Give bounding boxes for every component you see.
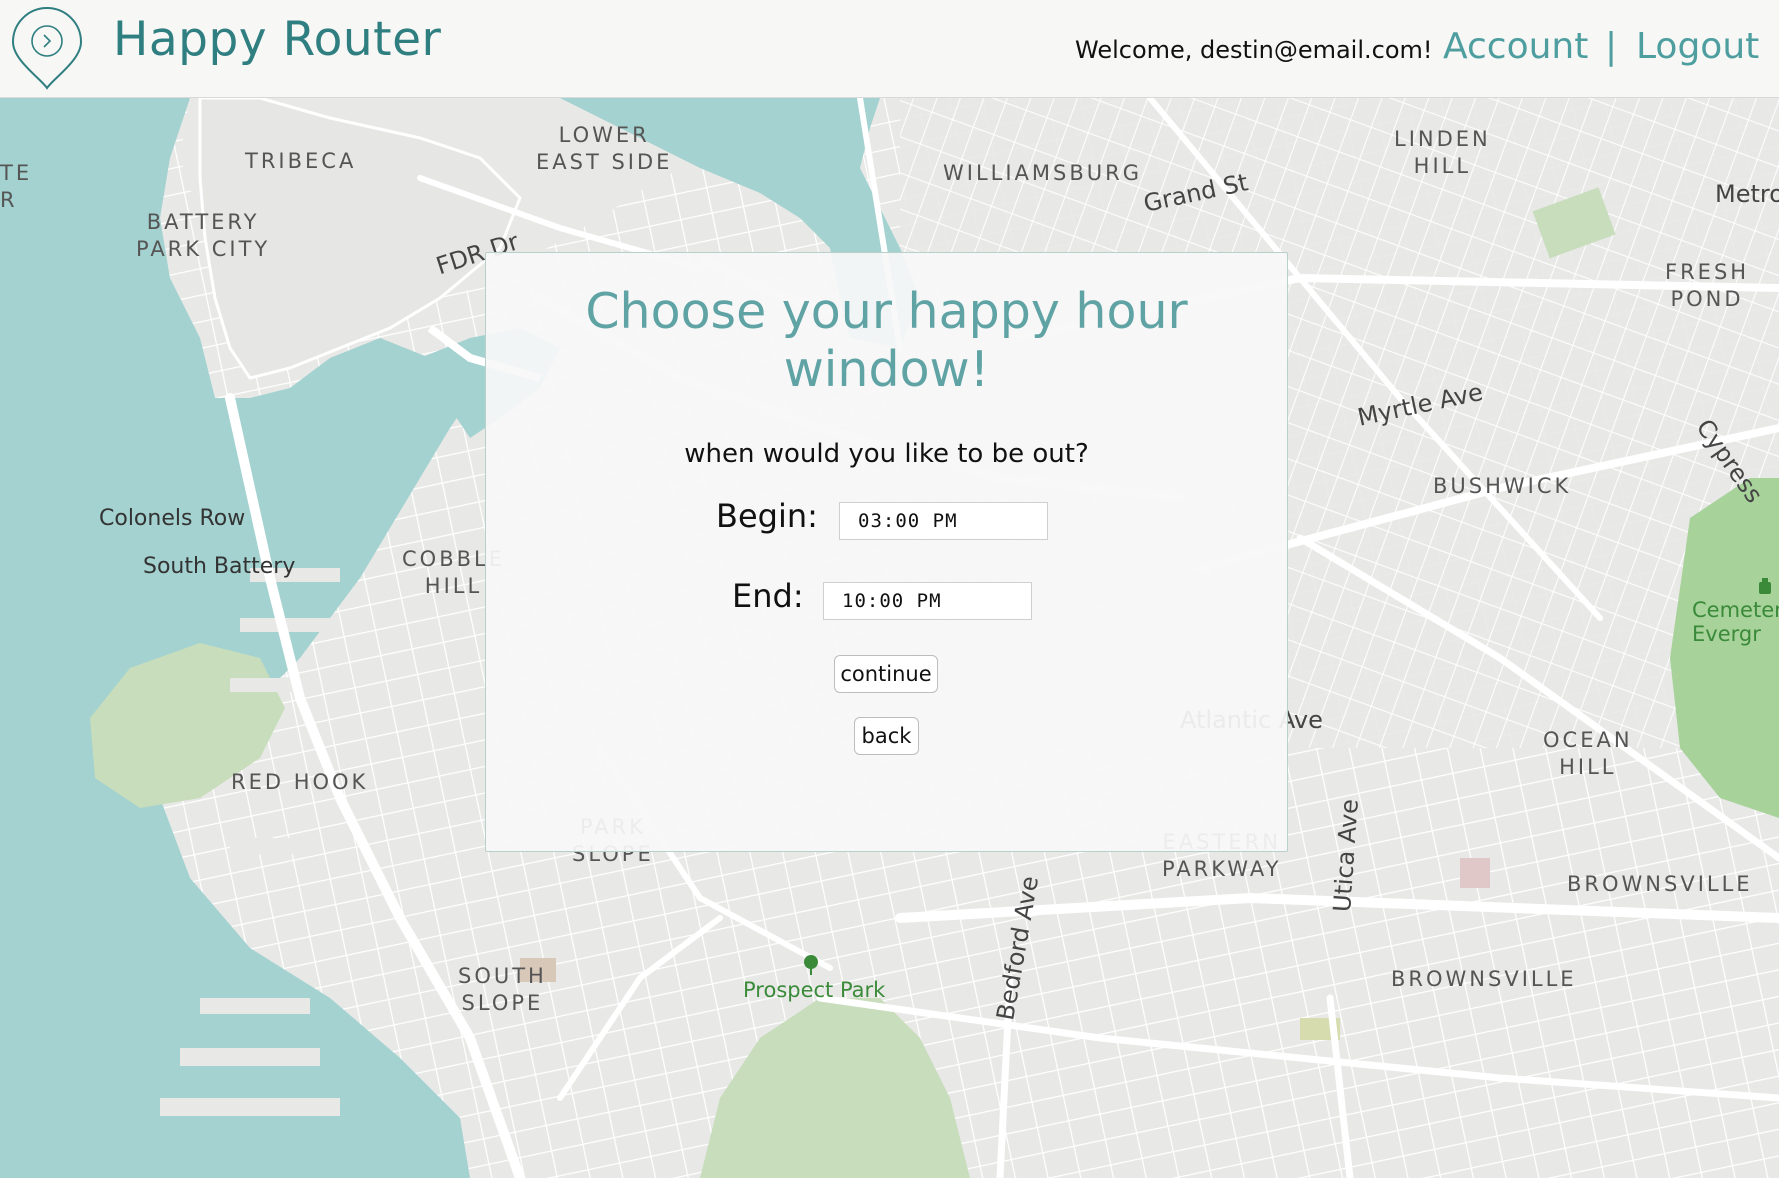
map-label-brownsville-1: BROWNSVILLE xyxy=(1567,872,1753,896)
continue-button[interactable]: continue xyxy=(834,655,938,693)
map-label-fresh-pond: FRESH POND xyxy=(1665,260,1750,311)
end-label: End: xyxy=(732,577,804,615)
map-label-lower-east-side: LOWER EAST SIDE xyxy=(536,123,673,174)
map-label-south-slope: SOUTH SLOPE xyxy=(458,964,547,1015)
map-pin-logo-icon[interactable] xyxy=(10,4,84,92)
map-label-brownsville-2: BROWNSVILLE xyxy=(1391,967,1577,991)
modal-title-line-2: window! xyxy=(783,341,990,398)
map-label-south-battery: South Battery xyxy=(143,554,296,579)
map-label-battery-park-city: BATTERY PARK CITY xyxy=(136,210,271,261)
app-header: Happy Router Welcome, destin@email.com! … xyxy=(0,0,1779,98)
brand-title[interactable]: Happy Router xyxy=(113,12,441,67)
map-label-linden-hill: LINDEN HILL xyxy=(1394,127,1491,178)
happy-hour-modal: Choose your happy hour window! when woul… xyxy=(485,252,1288,852)
logout-link[interactable]: Logout xyxy=(1636,26,1759,67)
welcome-message: Welcome, destin@email.com! xyxy=(1075,36,1433,64)
map-label-tribeca: TRIBECA xyxy=(245,149,357,173)
map-label-ocean-hill: OCEAN HILL xyxy=(1543,728,1633,779)
back-button[interactable]: back xyxy=(854,717,919,755)
begin-label: Begin: xyxy=(716,497,818,535)
modal-subtitle: when would you like to be out? xyxy=(684,439,1089,469)
map-label-cemetery: Cemetery Evergr xyxy=(1692,598,1779,646)
modal-title-line-1: Choose your happy hour xyxy=(585,283,1188,340)
account-link[interactable]: Account xyxy=(1443,26,1588,67)
map-label-prospect-park: Prospect Park xyxy=(743,978,886,1002)
map-label-red-hook: RED HOOK xyxy=(231,770,369,794)
modal-title: Choose your happy hour window! xyxy=(486,283,1287,399)
end-time-input[interactable]: 10:00 PM xyxy=(823,582,1032,620)
map-label-williamsburg: WILLIAMSBURG xyxy=(943,161,1143,185)
map-label-left-edge: TE R xyxy=(0,161,33,212)
map-label-bushwick: BUSHWICK xyxy=(1433,474,1572,498)
cemetery-icon xyxy=(1757,578,1773,596)
street-label-metro: Metro xyxy=(1715,180,1779,208)
park-tree-icon xyxy=(801,955,821,975)
begin-time-input[interactable]: 03:00 PM xyxy=(839,502,1048,540)
nav-separator: | xyxy=(1605,26,1618,67)
map-label-colonels-row: Colonels Row xyxy=(99,506,246,531)
